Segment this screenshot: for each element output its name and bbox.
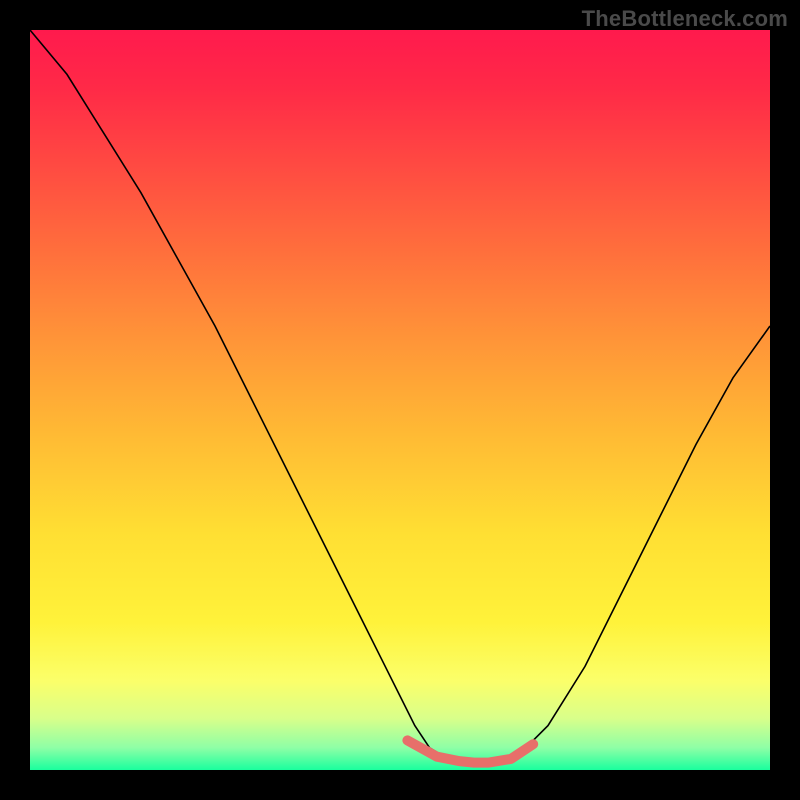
plot-area (30, 30, 770, 770)
watermark-text: TheBottleneck.com (582, 6, 788, 32)
chart-frame: TheBottleneck.com (0, 0, 800, 800)
